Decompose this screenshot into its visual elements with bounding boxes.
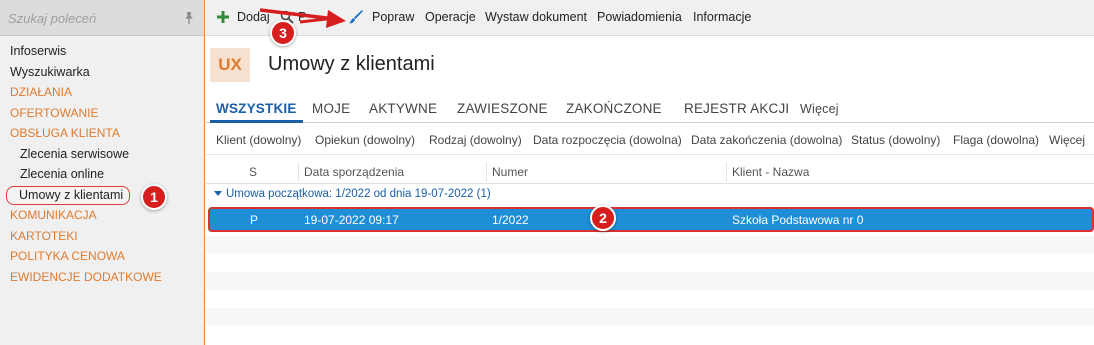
group-row[interactable]: Umowa początkowa: 1/2022 od dnia 19-07-2… (206, 188, 1094, 205)
filter-data-zakonczenia[interactable]: Data zakończenia (dowolna) (691, 133, 842, 147)
sidebar-item-label: Umowy z klientami (6, 185, 131, 205)
sidebar-section-ofertowanie[interactable]: OFERTOWANIE (0, 103, 204, 124)
pin-icon[interactable] (182, 11, 196, 25)
module-badge: UX (210, 48, 250, 82)
sidebar-section-polityka-cenowa[interactable]: POLITYKA CENOWA (0, 246, 204, 267)
grid-header: S Data sporządzenia Numer Klient - Nazwa (206, 160, 1094, 184)
sidebar-section-obsluga-klienta[interactable]: OBSŁUGA KLIENTA (0, 123, 204, 144)
group-label: Umowa początkowa: 1/2022 od dnia 19-07-2… (226, 188, 491, 200)
empty-row-stripe (206, 308, 1094, 326)
filter-status[interactable]: Status (dowolny) (851, 133, 940, 147)
sidebar-nav: Infoserwis Wyszukiwarka DZIAŁANIA OFERTO… (0, 41, 204, 287)
column-separator[interactable] (726, 162, 727, 182)
column-header-s[interactable]: S (249, 165, 257, 179)
filter-klient[interactable]: Klient (dowolny) (216, 133, 301, 147)
column-header-numer[interactable]: Numer (492, 165, 528, 179)
information-menu[interactable]: Informacje (693, 10, 751, 24)
sidebar-item-zlecenia-online[interactable]: Zlecenia online (0, 164, 204, 185)
sidebar-section-ewidencje-dodatkowe[interactable]: EWIDENCJE DODATKOWE (0, 267, 204, 288)
column-separator[interactable] (298, 162, 299, 182)
tab-zakonczone[interactable]: ZAKOŃCZONE (566, 95, 662, 123)
command-search-box (0, 0, 204, 36)
filter-data-rozpoczecia[interactable]: Data rozpoczęcia (dowolna) (533, 133, 682, 147)
filter-bar: Klient (dowolny) Opiekun (dowolny) Rodza… (206, 125, 1094, 155)
cell-date: 19-07-2022 09:17 (304, 213, 399, 227)
annotation-marker-2: 2 (590, 205, 616, 231)
cell-status: P (250, 213, 259, 227)
operations-menu[interactable]: Operacje (425, 10, 476, 24)
filter-opiekun[interactable]: Opiekun (dowolny) (315, 133, 415, 147)
empty-row-stripe (206, 272, 1094, 290)
tab-zawieszone[interactable]: ZAWIESZONE (457, 95, 548, 123)
table-row[interactable]: P 19-07-2022 09:17 1/2022 Szkoła Podstaw… (208, 207, 1094, 232)
cell-client-name: Szkoła Podstawowa nr 0 (732, 213, 864, 227)
edit-button[interactable]: Popraw (372, 10, 414, 24)
filter-rodzaj[interactable]: Rodzaj (dowolny) (429, 133, 522, 147)
notifications-menu[interactable]: Powiadomienia (597, 10, 682, 24)
filter-more[interactable]: Więcej (1049, 133, 1085, 147)
tab-bar: WSZYSTKIE MOJE AKTYWNE ZAWIESZONE ZAKOŃC… (206, 95, 1094, 123)
column-header-klient-nazwa[interactable]: Klient - Nazwa (732, 165, 809, 179)
tab-aktywne[interactable]: AKTYWNE (369, 95, 437, 123)
tab-moje[interactable]: MOJE (312, 95, 350, 123)
sidebar-item-umowy-z-klientami[interactable]: Umowy z klientami (0, 185, 204, 206)
issue-document-menu[interactable]: Wystaw dokument (485, 10, 587, 24)
sidebar-item-wyszukiwarka[interactable]: Wyszukiwarka (0, 62, 204, 83)
sidebar-section-komunikacja[interactable]: KOMUNIKACJA (0, 205, 204, 226)
command-search-input[interactable] (8, 8, 176, 28)
column-header-data-sporzadzenia[interactable]: Data sporządzenia (304, 165, 404, 179)
annotation-marker-3: 3 (270, 20, 296, 46)
filter-flaga[interactable]: Flaga (dowolna) (953, 133, 1039, 147)
annotation-marker-1: 1 (141, 184, 167, 210)
tab-more[interactable]: Więcej (800, 95, 839, 123)
sidebar-item-zlecenia-serwisowe[interactable]: Zlecenia serwisowe (0, 144, 204, 165)
tab-wszystkie[interactable]: WSZYSTKIE (210, 95, 303, 123)
sidebar-item-infoserwis[interactable]: Infoserwis (0, 41, 204, 62)
empty-row-stripe (206, 236, 1094, 254)
sidebar: Infoserwis Wyszukiwarka DZIAŁANIA OFERTO… (0, 0, 205, 345)
sidebar-section-dzialania[interactable]: DZIAŁANIA (0, 82, 204, 103)
page-title: Umowy z klientami (268, 53, 435, 75)
column-separator[interactable] (486, 162, 487, 182)
cell-number: 1/2022 (492, 213, 529, 227)
tab-rejestr-akcji[interactable]: REJESTR AKCJI (684, 95, 789, 123)
collapse-triangle-icon[interactable] (214, 191, 222, 196)
sidebar-section-kartoteki[interactable]: KARTOTEKI (0, 226, 204, 247)
